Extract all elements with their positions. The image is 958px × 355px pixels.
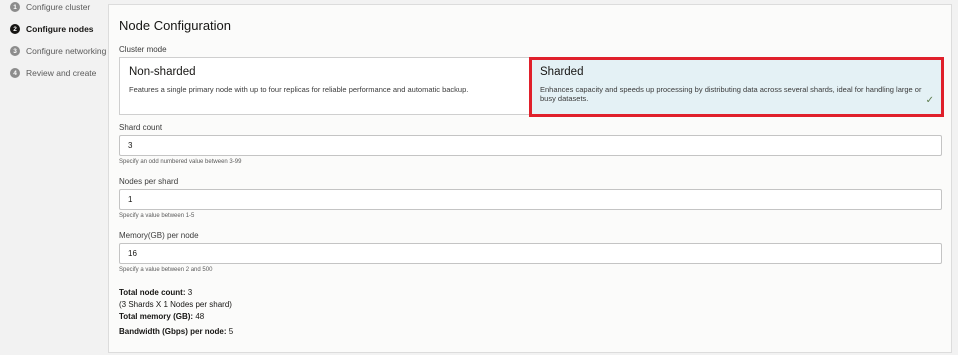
step-number: 3 xyxy=(10,46,20,56)
total-node-count-detail: (3 Shards X 1 Nodes per shard) xyxy=(119,300,232,309)
total-node-count-value: 3 xyxy=(187,288,193,297)
total-memory-label: Total memory (GB): xyxy=(119,312,194,321)
shard-count-label: Shard count xyxy=(119,123,163,132)
wizard-steps: 1 Configure cluster 2 Configure nodes 3 … xyxy=(10,0,110,84)
step-number: 4 xyxy=(10,68,20,78)
nodes-per-shard-hint: Specify a value between 1-5 xyxy=(119,213,195,219)
step-configure-cluster[interactable]: 1 Configure cluster xyxy=(10,0,110,18)
nodes-per-shard-label: Nodes per shard xyxy=(119,177,179,186)
step-configure-nodes[interactable]: 2 Configure nodes xyxy=(10,18,110,40)
total-memory-value: 48 xyxy=(195,312,205,321)
total-node-count-label: Total node count: xyxy=(119,288,186,297)
step-label: Review and create xyxy=(26,68,97,78)
bandwidth-per-node: Bandwidth (Gbps) per node: 5 xyxy=(119,327,233,336)
memory-per-node-input[interactable]: 16 xyxy=(119,243,942,264)
bandwidth-label: Bandwidth (Gbps) per node: xyxy=(119,327,227,336)
nodes-per-shard-input[interactable]: 1 xyxy=(119,189,942,210)
cluster-mode-label: Cluster mode xyxy=(119,45,167,54)
step-review-and-create[interactable]: 4 Review and create xyxy=(10,62,110,84)
option-title: Sharded xyxy=(540,66,584,78)
option-description: Enhances capacity and speeds up processi… xyxy=(540,85,922,103)
shard-count-input[interactable]: 3 xyxy=(119,135,942,156)
step-configure-networking[interactable]: 3 Configure networking xyxy=(10,40,110,62)
total-memory: Total memory (GB): 48 xyxy=(119,312,204,321)
bandwidth-value: 5 xyxy=(228,327,234,336)
option-title: Non-sharded xyxy=(129,66,196,78)
cluster-mode-selector: Non-sharded Features a single primary no… xyxy=(119,57,944,117)
shard-count-hint: Specify an odd numbered value between 3-… xyxy=(119,159,242,165)
memory-per-node-label: Memory(GB) per node xyxy=(119,231,199,240)
step-label: Configure networking xyxy=(26,46,107,56)
memory-per-node-hint: Specify a value between 2 and 500 xyxy=(119,267,213,273)
step-label: Configure nodes xyxy=(26,24,94,34)
step-label: Configure cluster xyxy=(26,2,91,12)
non-sharded-option-card[interactable]: Non-sharded Features a single primary no… xyxy=(119,57,531,115)
option-description: Features a single primary node with up t… xyxy=(129,85,469,94)
total-node-count: Total node count: 3 xyxy=(119,288,192,297)
step-number: 1 xyxy=(10,2,20,12)
page-title: Node Configuration xyxy=(119,18,232,33)
step-number: 2 xyxy=(10,24,20,34)
node-configuration-panel: Node Configuration Cluster mode Non-shar… xyxy=(108,4,952,353)
sharded-option-card[interactable]: Sharded Enhances capacity and speeds up … xyxy=(529,57,944,117)
checkmark-icon: ✓ xyxy=(925,95,934,106)
